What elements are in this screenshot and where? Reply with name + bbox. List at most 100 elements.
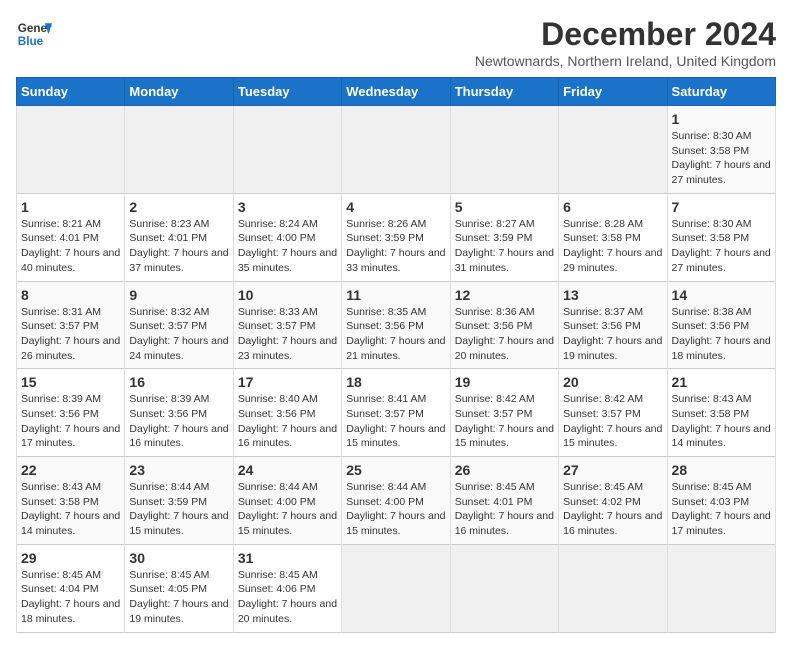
calendar-cell: 30 Sunrise: 8:45 AM Sunset: 4:05 PM Dayl… xyxy=(125,544,233,632)
col-header-thursday: Thursday xyxy=(450,78,558,106)
day-info: Sunrise: 8:30 AM Sunset: 3:58 PM Dayligh… xyxy=(672,217,771,276)
day-info: Sunrise: 8:43 AM Sunset: 3:58 PM Dayligh… xyxy=(672,392,771,451)
day-number: 27 xyxy=(563,462,662,478)
calendar-cell: 7 Sunrise: 8:30 AM Sunset: 3:58 PM Dayli… xyxy=(667,193,775,281)
day-info: Sunrise: 8:28 AM Sunset: 3:58 PM Dayligh… xyxy=(563,217,662,276)
header-row: SundayMondayTuesdayWednesdayThursdayFrid… xyxy=(17,78,776,106)
day-info: Sunrise: 8:38 AM Sunset: 3:56 PM Dayligh… xyxy=(672,305,771,364)
calendar-table: SundayMondayTuesdayWednesdayThursdayFrid… xyxy=(16,77,776,633)
day-number: 1 xyxy=(672,111,771,127)
col-header-sunday: Sunday xyxy=(17,78,125,106)
day-info: Sunrise: 8:42 AM Sunset: 3:57 PM Dayligh… xyxy=(563,392,662,451)
day-number: 10 xyxy=(238,287,337,303)
day-number: 5 xyxy=(455,199,554,215)
day-info: Sunrise: 8:32 AM Sunset: 3:57 PM Dayligh… xyxy=(129,305,228,364)
day-info: Sunrise: 8:40 AM Sunset: 3:56 PM Dayligh… xyxy=(238,392,337,451)
col-header-friday: Friday xyxy=(559,78,667,106)
day-number: 9 xyxy=(129,287,228,303)
day-info: Sunrise: 8:45 AM Sunset: 4:01 PM Dayligh… xyxy=(455,480,554,539)
calendar-cell: 28 Sunrise: 8:45 AM Sunset: 4:03 PM Dayl… xyxy=(667,457,775,545)
svg-text:Blue: Blue xyxy=(18,35,44,48)
day-info: Sunrise: 8:39 AM Sunset: 3:56 PM Dayligh… xyxy=(21,392,120,451)
day-number: 13 xyxy=(563,287,662,303)
day-info: Sunrise: 8:30 AM Sunset: 3:58 PM Dayligh… xyxy=(672,129,771,188)
calendar-row: 1 Sunrise: 8:30 AM Sunset: 3:58 PM Dayli… xyxy=(17,106,776,194)
col-header-monday: Monday xyxy=(125,78,233,106)
calendar-cell xyxy=(233,106,341,194)
calendar-cell: 4 Sunrise: 8:26 AM Sunset: 3:59 PM Dayli… xyxy=(342,193,450,281)
day-number: 23 xyxy=(129,462,228,478)
day-info: Sunrise: 8:44 AM Sunset: 3:59 PM Dayligh… xyxy=(129,480,228,539)
day-number: 15 xyxy=(21,374,120,390)
day-info: Sunrise: 8:23 AM Sunset: 4:01 PM Dayligh… xyxy=(129,217,228,276)
calendar-row: 15 Sunrise: 8:39 AM Sunset: 3:56 PM Dayl… xyxy=(17,369,776,457)
calendar-cell: 8 Sunrise: 8:31 AM Sunset: 3:57 PM Dayli… xyxy=(17,281,125,369)
col-header-wednesday: Wednesday xyxy=(342,78,450,106)
col-header-saturday: Saturday xyxy=(667,78,775,106)
day-info: Sunrise: 8:31 AM Sunset: 3:57 PM Dayligh… xyxy=(21,305,120,364)
day-info: Sunrise: 8:21 AM Sunset: 4:01 PM Dayligh… xyxy=(21,217,120,276)
day-info: Sunrise: 8:45 AM Sunset: 4:04 PM Dayligh… xyxy=(21,568,120,627)
day-info: Sunrise: 8:35 AM Sunset: 3:56 PM Dayligh… xyxy=(346,305,445,364)
day-number: 7 xyxy=(672,199,771,215)
location-subtitle: Newtownards, Northern Ireland, United Ki… xyxy=(475,53,776,69)
day-number: 31 xyxy=(238,550,337,566)
calendar-row: 1 Sunrise: 8:21 AM Sunset: 4:01 PM Dayli… xyxy=(17,193,776,281)
day-info: Sunrise: 8:45 AM Sunset: 4:03 PM Dayligh… xyxy=(672,480,771,539)
day-number: 25 xyxy=(346,462,445,478)
day-number: 24 xyxy=(238,462,337,478)
day-info: Sunrise: 8:45 AM Sunset: 4:02 PM Dayligh… xyxy=(563,480,662,539)
calendar-cell: 2 Sunrise: 8:23 AM Sunset: 4:01 PM Dayli… xyxy=(125,193,233,281)
day-info: Sunrise: 8:45 AM Sunset: 4:06 PM Dayligh… xyxy=(238,568,337,627)
month-title: December 2024 xyxy=(475,16,776,53)
day-number: 12 xyxy=(455,287,554,303)
calendar-cell: 24 Sunrise: 8:44 AM Sunset: 4:00 PM Dayl… xyxy=(233,457,341,545)
col-header-tuesday: Tuesday xyxy=(233,78,341,106)
calendar-cell: 20 Sunrise: 8:42 AM Sunset: 3:57 PM Dayl… xyxy=(559,369,667,457)
calendar-cell: 21 Sunrise: 8:43 AM Sunset: 3:58 PM Dayl… xyxy=(667,369,775,457)
calendar-cell: 31 Sunrise: 8:45 AM Sunset: 4:06 PM Dayl… xyxy=(233,544,341,632)
day-number: 19 xyxy=(455,374,554,390)
day-info: Sunrise: 8:24 AM Sunset: 4:00 PM Dayligh… xyxy=(238,217,337,276)
calendar-cell: 1 Sunrise: 8:30 AM Sunset: 3:58 PM Dayli… xyxy=(667,106,775,194)
calendar-cell: 13 Sunrise: 8:37 AM Sunset: 3:56 PM Dayl… xyxy=(559,281,667,369)
calendar-cell: 14 Sunrise: 8:38 AM Sunset: 3:56 PM Dayl… xyxy=(667,281,775,369)
calendar-cell: 23 Sunrise: 8:44 AM Sunset: 3:59 PM Dayl… xyxy=(125,457,233,545)
day-info: Sunrise: 8:27 AM Sunset: 3:59 PM Dayligh… xyxy=(455,217,554,276)
day-number: 21 xyxy=(672,374,771,390)
calendar-row: 29 Sunrise: 8:45 AM Sunset: 4:04 PM Dayl… xyxy=(17,544,776,632)
day-info: Sunrise: 8:42 AM Sunset: 3:57 PM Dayligh… xyxy=(455,392,554,451)
day-number: 2 xyxy=(129,199,228,215)
day-number: 29 xyxy=(21,550,120,566)
calendar-cell xyxy=(342,106,450,194)
day-number: 1 xyxy=(21,199,120,215)
day-info: Sunrise: 8:26 AM Sunset: 3:59 PM Dayligh… xyxy=(346,217,445,276)
day-info: Sunrise: 8:33 AM Sunset: 3:57 PM Dayligh… xyxy=(238,305,337,364)
logo-icon: General Blue xyxy=(16,16,52,52)
day-number: 26 xyxy=(455,462,554,478)
calendar-cell: 22 Sunrise: 8:43 AM Sunset: 3:58 PM Dayl… xyxy=(17,457,125,545)
day-number: 20 xyxy=(563,374,662,390)
calendar-cell: 18 Sunrise: 8:41 AM Sunset: 3:57 PM Dayl… xyxy=(342,369,450,457)
calendar-cell: 16 Sunrise: 8:39 AM Sunset: 3:56 PM Dayl… xyxy=(125,369,233,457)
calendar-cell: 9 Sunrise: 8:32 AM Sunset: 3:57 PM Dayli… xyxy=(125,281,233,369)
day-number: 6 xyxy=(563,199,662,215)
day-number: 30 xyxy=(129,550,228,566)
calendar-cell xyxy=(667,544,775,632)
calendar-cell: 19 Sunrise: 8:42 AM Sunset: 3:57 PM Dayl… xyxy=(450,369,558,457)
calendar-cell: 3 Sunrise: 8:24 AM Sunset: 4:00 PM Dayli… xyxy=(233,193,341,281)
calendar-cell xyxy=(342,544,450,632)
calendar-cell: 15 Sunrise: 8:39 AM Sunset: 3:56 PM Dayl… xyxy=(17,369,125,457)
calendar-cell xyxy=(450,106,558,194)
calendar-cell: 11 Sunrise: 8:35 AM Sunset: 3:56 PM Dayl… xyxy=(342,281,450,369)
calendar-cell: 6 Sunrise: 8:28 AM Sunset: 3:58 PM Dayli… xyxy=(559,193,667,281)
day-info: Sunrise: 8:45 AM Sunset: 4:05 PM Dayligh… xyxy=(129,568,228,627)
calendar-cell: 17 Sunrise: 8:40 AM Sunset: 3:56 PM Dayl… xyxy=(233,369,341,457)
day-info: Sunrise: 8:36 AM Sunset: 3:56 PM Dayligh… xyxy=(455,305,554,364)
calendar-cell xyxy=(125,106,233,194)
page-header: General Blue December 2024 Newtownards, … xyxy=(16,16,776,69)
day-number: 18 xyxy=(346,374,445,390)
day-number: 11 xyxy=(346,287,445,303)
calendar-cell: 1 Sunrise: 8:21 AM Sunset: 4:01 PM Dayli… xyxy=(17,193,125,281)
calendar-cell xyxy=(450,544,558,632)
